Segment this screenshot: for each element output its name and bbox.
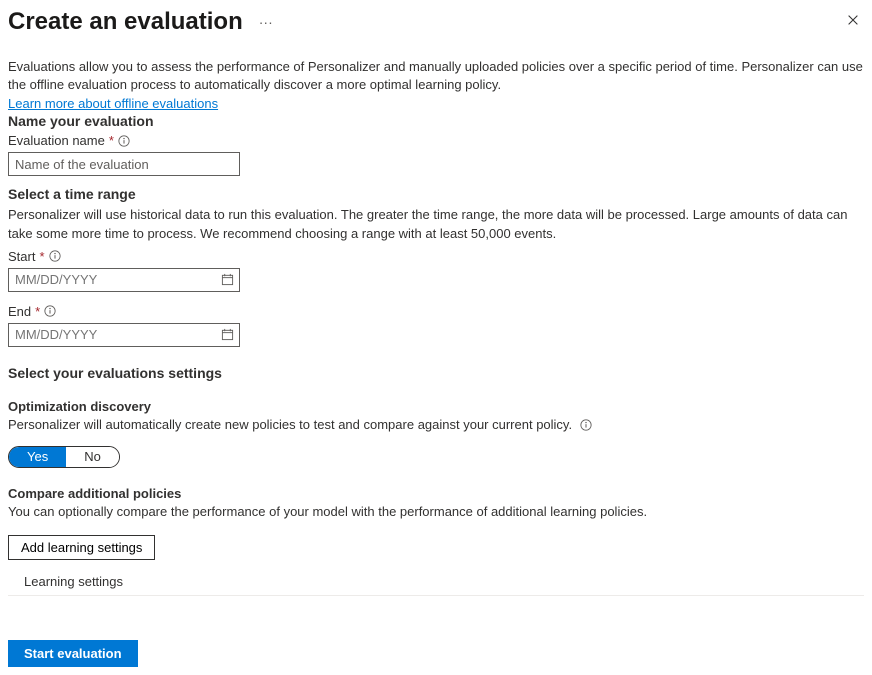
start-evaluation-button[interactable]: Start evaluation — [8, 640, 138, 667]
more-actions-icon[interactable]: ··· — [259, 14, 273, 30]
optimization-heading: Optimization discovery — [8, 399, 864, 414]
add-learning-settings-button[interactable]: Add learning settings — [8, 535, 155, 560]
evaluation-name-label: Evaluation name — [8, 133, 105, 148]
start-date-input[interactable] — [9, 272, 215, 287]
close-icon[interactable] — [842, 9, 864, 35]
toggle-no[interactable]: No — [66, 447, 119, 467]
timerange-heading: Select a time range — [8, 186, 864, 202]
intro-text: Evaluations allow you to assess the perf… — [8, 58, 864, 94]
compare-help: You can optionally compare the performan… — [8, 503, 864, 521]
info-icon[interactable] — [118, 135, 130, 147]
info-icon[interactable] — [44, 305, 56, 317]
optimization-help: Personalizer will automatically create n… — [8, 416, 864, 434]
required-indicator: * — [39, 249, 44, 264]
info-icon[interactable] — [580, 419, 592, 431]
end-label: End — [8, 304, 31, 319]
required-indicator: * — [35, 304, 40, 319]
required-indicator: * — [109, 133, 114, 148]
optimization-toggle[interactable]: Yes No — [8, 446, 120, 468]
learn-more-link[interactable]: Learn more about offline evaluations — [8, 96, 218, 111]
compare-heading: Compare additional policies — [8, 486, 864, 501]
evaluation-name-input[interactable] — [8, 152, 240, 176]
settings-heading: Select your evaluations settings — [8, 365, 864, 381]
start-label: Start — [8, 249, 35, 264]
end-date-input[interactable] — [9, 327, 215, 342]
calendar-icon[interactable] — [215, 269, 239, 291]
calendar-icon[interactable] — [215, 324, 239, 346]
page-title: Create an evaluation — [8, 8, 243, 36]
learning-settings-label: Learning settings — [8, 566, 864, 596]
name-heading: Name your evaluation — [8, 113, 864, 129]
toggle-yes[interactable]: Yes — [9, 447, 66, 467]
timerange-help: Personalizer will use historical data to… — [8, 206, 864, 242]
info-icon[interactable] — [49, 250, 61, 262]
